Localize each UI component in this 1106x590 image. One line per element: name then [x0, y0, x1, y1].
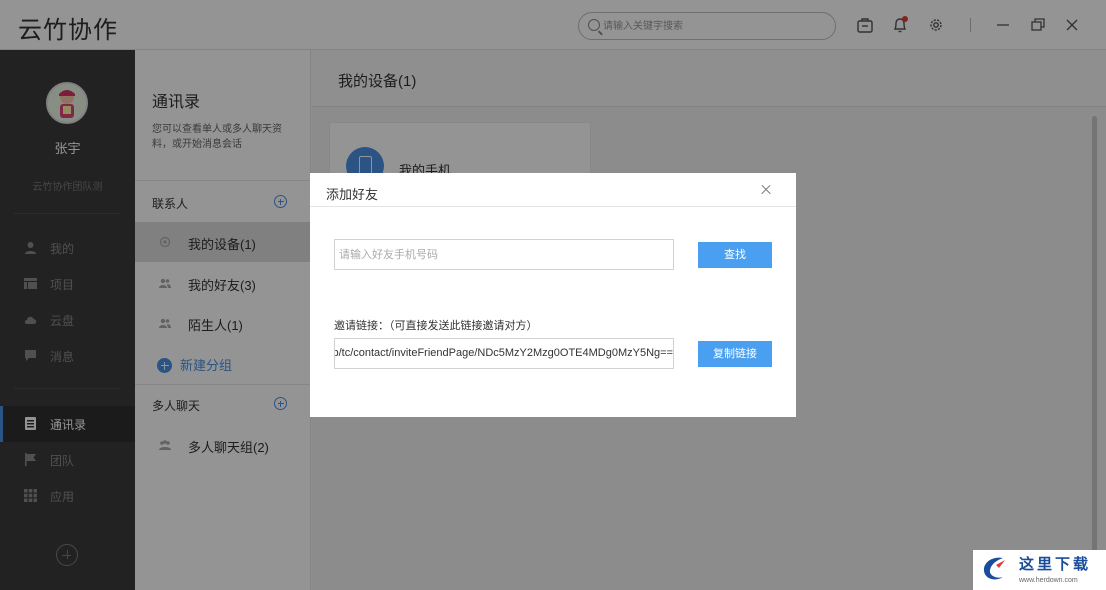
invite-link-text: eb/tc/contact/inviteFriendPage/NDc5MzY2M… [334, 347, 673, 359]
add-friend-dialog: 添加好友 查找 邀请链接：（可直接发送此链接邀请对方） eb/tc/contac… [310, 173, 796, 417]
close-icon[interactable] [757, 181, 775, 199]
invite-link-field[interactable]: eb/tc/contact/inviteFriendPage/NDc5MzY2M… [334, 338, 674, 369]
copy-link-button[interactable]: 复制链接 [698, 341, 772, 367]
watermark-url: www.herdown.com [1019, 577, 1078, 584]
dialog-divider [310, 206, 796, 207]
dialog-title: 添加好友 [326, 187, 379, 202]
watermark-text: 这里下载 [1019, 555, 1092, 573]
watermark: 这里下载 www.herdown.com [973, 550, 1106, 590]
invite-link-label: 邀请链接：（可直接发送此链接邀请对方） [334, 320, 538, 332]
watermark-logo-icon [983, 557, 1005, 580]
phone-input[interactable] [334, 239, 674, 270]
search-friend-button[interactable]: 查找 [698, 242, 772, 268]
